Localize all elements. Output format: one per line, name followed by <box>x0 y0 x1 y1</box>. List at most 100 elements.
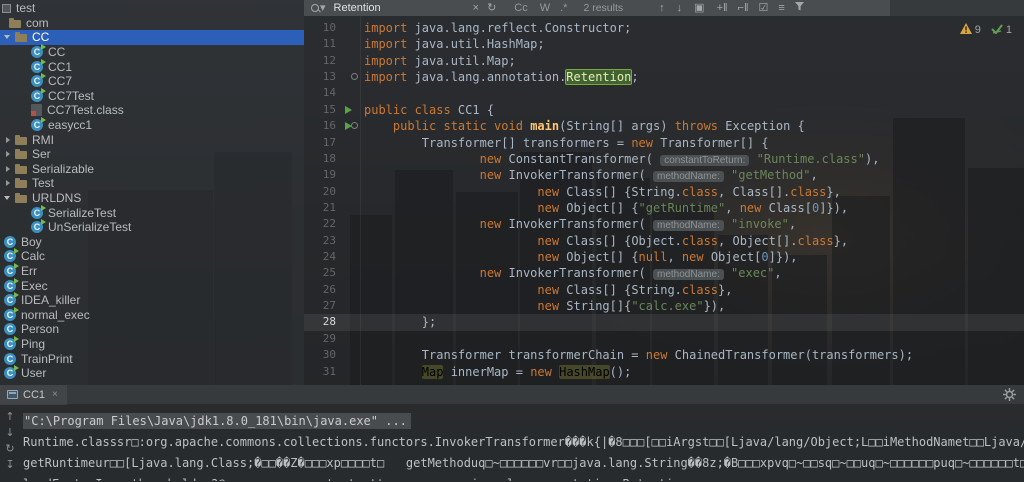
code-line-19[interactable]: 19 new InvokerTransformer( methodName: "… <box>304 167 1024 183</box>
line-number: 10 <box>322 21 336 34</box>
select-all-occurrences-button[interactable]: ☑ <box>759 0 769 16</box>
code-line-30[interactable]: 30 Transformer transformerChain = new Ch… <box>304 347 1024 363</box>
code-line-31[interactable]: 31 Map innerMap = new HashMap(); <box>304 364 1024 380</box>
code-line-20[interactable]: 20 new Class[] {String.class, Class[].cl… <box>304 184 1024 200</box>
code-editor[interactable]: 10 import java.lang.reflect.Constructor; 1… <box>304 16 1024 385</box>
tree-item-label: Person <box>21 322 60 337</box>
warning-icon <box>959 23 972 37</box>
tree-item-CC[interactable]: C CC <box>0 44 304 60</box>
gutter-marks <box>336 20 360 36</box>
tree-item-CC7Test[interactable]: C CC7Test <box>0 87 304 104</box>
line-number: 26 <box>322 282 336 296</box>
code-line-17[interactable]: 17 Transformer[] transformers = new Tran… <box>304 135 1024 151</box>
gutter-marks <box>336 298 360 314</box>
code-line-18[interactable]: 18 new ConstantTransformer( constantToRe… <box>304 151 1024 167</box>
code-line-26[interactable]: 26 new Class[] {String.class}, <box>304 282 1024 298</box>
search-history-icon[interactable]: ↻ <box>487 0 496 16</box>
tree-item-Serializable[interactable]: Serializable <box>0 162 304 177</box>
tree-item-normal_exec[interactable]: Cnormal_exec <box>0 306 304 322</box>
console-output[interactable]: "C:\Program Files\Java\jdk1.8.0_181\bin\… <box>0 405 1024 481</box>
chevron-right-icon[interactable] <box>3 178 13 188</box>
tree-item-Calc[interactable]: C Calc <box>0 248 304 264</box>
class-icon: C <box>4 352 16 365</box>
tree-item-RMI[interactable]: RMI <box>0 132 304 147</box>
tree-item-Test[interactable]: Test <box>0 176 304 191</box>
tree-item-Person[interactable]: C Person <box>0 322 304 337</box>
previous-occurrence-button[interactable]: ↑ <box>659 0 665 16</box>
code-line-28[interactable]: 28 }; <box>304 314 1024 331</box>
search-input[interactable]: Retention <box>334 0 381 16</box>
code-line-27[interactable]: 27 new String[]{"calc.exe"}), <box>304 298 1024 314</box>
tree-item-IDEA_killer[interactable]: C IDEA_killer <box>0 292 304 308</box>
console-line: Runtime.classsr□:org.apache.commons.coll… <box>23 435 1024 449</box>
code-line-25[interactable]: 25 new InvokerTransformer( methodName: "… <box>304 265 1024 281</box>
code-line-23[interactable]: 23 new Class[] {Object.class, Object[].c… <box>304 233 1024 249</box>
tree-item-TrainPrint[interactable]: C TrainPrint <box>0 351 304 366</box>
run-icon[interactable] <box>345 105 352 114</box>
open-in-find-window-button[interactable]: ▣ <box>694 0 704 16</box>
tree-item-Ping[interactable]: C Ping <box>0 335 304 352</box>
tree-item-CC[interactable]: CC <box>0 30 304 45</box>
regex-toggle[interactable]: .* <box>560 0 567 16</box>
chevron-right-icon[interactable] <box>3 164 13 174</box>
chevron-right-icon[interactable] <box>3 149 13 159</box>
code-line-21[interactable]: 21 new Object[] {"getRuntime", new Class… <box>304 200 1024 216</box>
tree-item-SerializeTest[interactable]: C SerializeTest <box>0 204 304 220</box>
code-text: import java.lang.annotation.Retention; <box>364 70 639 85</box>
chevron-down-icon[interactable] <box>3 32 13 42</box>
code-line-22[interactable]: 22 new InvokerTransformer( methodName: "… <box>304 216 1024 232</box>
tree-item-Exec[interactable]: C Exec <box>0 277 304 293</box>
remove-occurrence-button[interactable]: ⌐‖ <box>738 0 749 16</box>
filter-search-results-button[interactable] <box>794 0 804 16</box>
code-line-29[interactable]: 29 <box>304 331 1024 347</box>
tree-item-Ser[interactable]: Ser <box>0 147 304 162</box>
code-line-16[interactable]: 16 public static void main(String[] args… <box>304 118 1024 134</box>
tree-item-CC1[interactable]: C CC1 <box>0 58 304 74</box>
gutter-marks <box>336 69 360 85</box>
code-line-10[interactable]: 10 import java.lang.reflect.Constructor; <box>304 20 1024 36</box>
tree-item-URLDNS[interactable]: URLDNS <box>0 191 304 206</box>
clear-search-icon[interactable]: × <box>473 0 479 16</box>
folder-icon <box>15 148 27 160</box>
tree-item-User[interactable]: C User <box>0 365 304 381</box>
tree-item-CC7[interactable]: C CC7 <box>0 73 304 89</box>
folder-icon <box>15 177 27 189</box>
chevron-right-icon[interactable] <box>3 135 13 145</box>
add-occurrence-button[interactable]: +‖ <box>717 0 728 16</box>
code-line-24[interactable]: 24 new Object[] {null, new Object[0]}), <box>304 249 1024 265</box>
tree-item-CC7Test.class[interactable]: CC7Test.class <box>0 103 304 118</box>
fold-icon[interactable] <box>351 122 358 130</box>
tree-item-Err[interactable]: C Err <box>0 262 304 279</box>
tree-item-label: easycc1 <box>48 118 93 133</box>
gutter-marks <box>336 118 360 134</box>
code-line-15[interactable]: 15 public class CC1 { <box>304 102 1024 118</box>
tree-item-test[interactable]: test <box>0 1 304 16</box>
console-tab[interactable]: CC1 × <box>0 384 67 405</box>
gutter-marks <box>336 102 360 118</box>
code-line-14[interactable]: 14 <box>304 85 1024 101</box>
close-icon[interactable]: × <box>52 389 58 400</box>
match-case-toggle[interactable]: Cc <box>514 0 527 16</box>
multiline-search-toggle[interactable]: ≡ <box>778 0 784 16</box>
words-toggle[interactable]: W <box>540 0 550 16</box>
line-number: 24 <box>322 250 336 264</box>
settings-gear-icon[interactable] <box>1003 388 1016 406</box>
code-text: new Class[] {String.class, Class[].class… <box>537 184 841 199</box>
search-dropdown-icon[interactable]: ▾ <box>320 0 326 16</box>
inspections-widget[interactable]: 9 1 <box>959 23 1012 37</box>
tree-item-label: test <box>16 1 36 16</box>
project-tree[interactable]: test com CC C CC C CC1 C CC7 C CC7Test CC7Test.clas… <box>0 0 304 385</box>
fold-icon[interactable] <box>351 73 358 81</box>
next-occurrence-button[interactable]: ↓ <box>677 0 683 16</box>
tree-item-Boy[interactable]: C Boy <box>0 235 304 250</box>
search-icon[interactable] <box>311 3 320 13</box>
chevron-down-icon[interactable] <box>3 193 13 203</box>
gutter-marks <box>336 36 360 52</box>
tree-item-UnSerializeTest[interactable]: C UnSerializeTest <box>0 219 304 235</box>
code-line-11[interactable]: 11 import java.util.HashMap; <box>304 36 1024 52</box>
tree-item-com[interactable]: com <box>0 16 304 31</box>
code-line-13[interactable]: 13 import java.lang.annotation.Retention; <box>304 69 1024 85</box>
line-number: 21 <box>322 200 336 214</box>
code-line-12[interactable]: 12 import java.util.Map; <box>304 53 1024 69</box>
tree-item-easycc1[interactable]: Ceasycc1 <box>0 117 304 133</box>
